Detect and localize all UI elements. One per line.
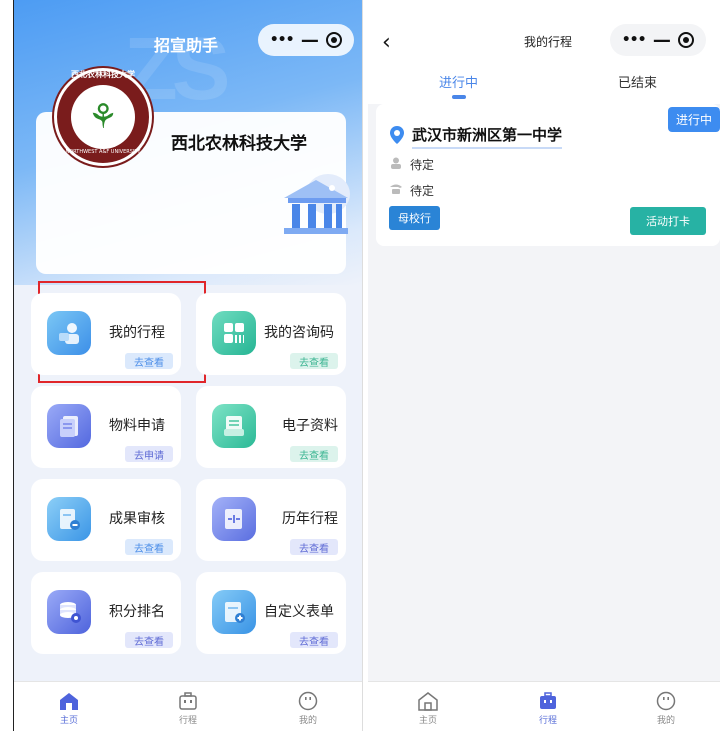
- page-title: 我的行程: [524, 35, 573, 49]
- phone-row: 待定: [390, 182, 434, 199]
- tab-label: 行程: [178, 716, 197, 726]
- tab-in-progress[interactable]: 进行中: [439, 72, 478, 91]
- close-target-icon[interactable]: [326, 32, 343, 48]
- home-icon: [39, 690, 99, 712]
- tile-label: 电子资料: [282, 418, 338, 434]
- tab-finished[interactable]: 已结束: [618, 72, 657, 91]
- view-button[interactable]: 去查看: [125, 632, 173, 648]
- menu-materials[interactable]: 物料申请 去申请: [31, 386, 181, 468]
- trip-icon: [47, 311, 91, 355]
- documents-icon: [212, 404, 256, 448]
- logo-top-text: 西北农林科技大学: [71, 70, 135, 79]
- menu-e-documents[interactable]: 电子资料 去查看: [196, 386, 346, 468]
- minimize-icon[interactable]: —: [301, 30, 319, 51]
- alma-mater-button[interactable]: 母校行: [389, 206, 440, 230]
- ranking-icon: [47, 590, 91, 634]
- tab-label: 我的: [656, 716, 675, 726]
- wheat-icon: ⚘: [87, 97, 119, 137]
- apply-button[interactable]: 去申请: [125, 446, 173, 462]
- tab-trips[interactable]: 行程: [518, 690, 578, 726]
- minimize-icon[interactable]: —: [653, 30, 671, 51]
- location-pin-icon: [390, 126, 404, 148]
- view-button[interactable]: 去查看: [290, 632, 338, 648]
- menu-achievement-review[interactable]: 成果审核 去查看: [31, 479, 181, 561]
- qrcode-icon: [212, 311, 256, 355]
- logo-bottom-text: NORTHWEST A&F UNIVERSITY: [65, 149, 141, 155]
- briefcase-icon: [518, 690, 578, 712]
- menu-my-trip[interactable]: 我的行程 去查看: [31, 293, 181, 375]
- tab-home[interactable]: 主页: [398, 690, 458, 726]
- menu-points-ranking[interactable]: 积分排名 去查看: [31, 572, 181, 654]
- tile-label: 积分排名: [109, 604, 165, 620]
- status-badge: 进行中: [667, 107, 720, 132]
- trips-header: ‹ 我的行程 ••• — 进行中 已结束: [368, 0, 720, 104]
- tab-label: 行程: [538, 716, 557, 726]
- home-icon: [398, 690, 458, 712]
- trip-card[interactable]: 进行中 武汉市新洲区第一中学 待定 待定 母校行 活动打卡: [376, 104, 720, 246]
- menu-custom-form[interactable]: 自定义表单 去查看: [196, 572, 346, 654]
- face-icon: [636, 690, 696, 712]
- home-screen: ZS 招宣助手 ••• — 西北农林科技大学 西北农林科技大学 ⚘ NORTHW…: [13, 0, 363, 731]
- tile-label: 物料申请: [109, 418, 165, 434]
- face-icon: [278, 690, 338, 712]
- my-trips-screen: ‹ 我的行程 ••• — 进行中 已结束 进行中 武汉市新洲区第一中学 待定 待…: [368, 0, 720, 731]
- menu-my-qrcode[interactable]: 我的咨询码 去查看: [196, 293, 346, 375]
- history-icon: [212, 497, 256, 541]
- tile-label: 我的行程: [109, 325, 165, 341]
- university-name: 西北农林科技大学: [171, 134, 307, 154]
- view-button[interactable]: 去查看: [125, 353, 173, 369]
- tab-label: 主页: [59, 716, 78, 726]
- tab-mine[interactable]: 我的: [636, 690, 696, 726]
- more-icon[interactable]: •••: [270, 32, 295, 48]
- tab-home[interactable]: 主页: [39, 690, 99, 726]
- view-button[interactable]: 去查看: [290, 353, 338, 369]
- tile-label: 自定义表单: [264, 604, 334, 620]
- back-icon[interactable]: ‹: [382, 30, 391, 55]
- bottom-tabbar: 主页 行程 我的: [368, 681, 720, 731]
- checkin-button[interactable]: 活动打卡: [630, 207, 706, 235]
- more-icon[interactable]: •••: [622, 32, 647, 48]
- phone-value: 待定: [410, 184, 435, 198]
- app-title: 招宣助手: [154, 36, 219, 55]
- close-target-icon[interactable]: [678, 32, 695, 48]
- tab-label: 我的: [298, 716, 317, 726]
- person-row: 待定: [390, 156, 434, 173]
- menu-history-trips[interactable]: 历年行程 去查看: [196, 479, 346, 561]
- tab-label: 主页: [418, 716, 437, 726]
- bottom-tabbar: 主页 行程 我的: [14, 681, 362, 731]
- phone-icon: [390, 183, 402, 198]
- view-button[interactable]: 去查看: [290, 446, 338, 462]
- form-icon: [212, 590, 256, 634]
- tab-mine[interactable]: 我的: [278, 690, 338, 726]
- person-icon: [390, 157, 402, 172]
- bank-building-icon: [284, 174, 350, 234]
- view-button[interactable]: 去查看: [125, 539, 173, 555]
- tile-label: 历年行程: [282, 511, 338, 527]
- tile-label: 成果审核: [109, 511, 165, 527]
- tab-trips[interactable]: 行程: [158, 690, 218, 726]
- tile-label: 我的咨询码: [264, 325, 334, 341]
- active-tab-indicator: [452, 95, 466, 99]
- person-value: 待定: [410, 158, 435, 172]
- view-button[interactable]: 去查看: [290, 539, 338, 555]
- university-logo: 西北农林科技大学 ⚘ NORTHWEST A&F UNIVERSITY: [54, 68, 152, 166]
- materials-icon: [47, 404, 91, 448]
- school-name: 武汉市新洲区第一中学: [412, 124, 563, 149]
- mini-program-capsule[interactable]: ••• —: [258, 24, 354, 56]
- review-icon: [47, 497, 91, 541]
- mini-program-capsule[interactable]: ••• —: [610, 24, 706, 56]
- briefcase-icon: [158, 690, 218, 712]
